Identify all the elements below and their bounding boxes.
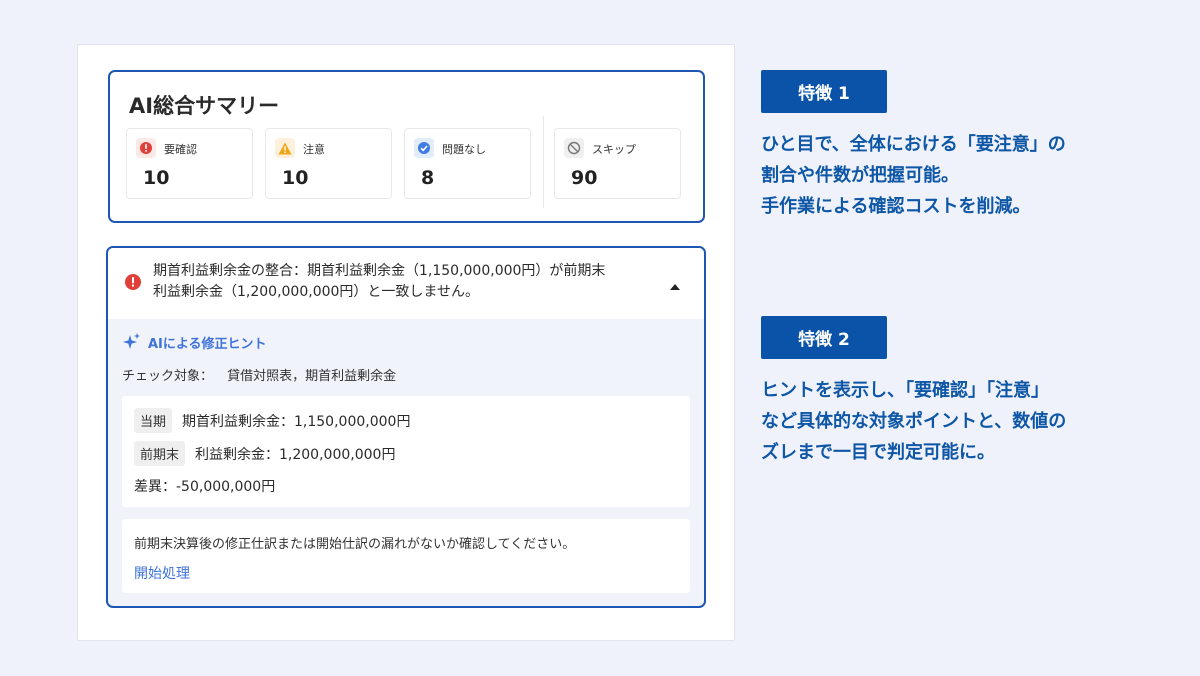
error-icon [124,273,142,295]
stat-no-issues[interactable]: 問題なし 8 [404,128,531,199]
stat-skipped[interactable]: スキップ 90 [554,128,681,199]
feature-1-text: ひと目で、全体における「要注意」の 割合や件数が把握可能。 手作業による確認コス… [761,134,1066,217]
current-period-row: 当期 期首利益剰余金：1,150,000,000円 [134,408,410,433]
feature-2-badge: 特徴 2 [761,316,887,359]
feature-1-badge: 特徴 1 [761,70,887,113]
collapse-caret-icon[interactable] [670,284,680,290]
ai-hint-title: AIによる修正ヒント [122,332,267,352]
ai-summary-card: AI総合サマリー 要確認 10 注意 10 問題なし 8 スキップ 90 [108,70,705,223]
issue-detail-card: 期首利益剰余金の整合：期首利益剰余金（1,150,000,000円）が前期末 利… [106,246,706,608]
value-comparison-box: 当期 期首利益剰余金：1,150,000,000円 前期末 利益剰余金：1,20… [122,396,690,507]
stat-value: 8 [421,167,435,189]
error-icon [136,138,156,158]
hint-note: 前期末決算後の修正仕訳または開始仕訳の漏れがないか確認してください。 [134,537,576,552]
stat-label: 注意 [303,143,325,156]
check-icon [414,138,434,158]
feature-2-text: ヒントを表示し、「要確認」「注意」 など具体的な対象ポイントと、数値の ズレまで… [761,380,1067,463]
stat-label: 要確認 [164,143,197,156]
stat-value: 90 [571,167,598,189]
prior-period-row: 前期末 利益剰余金：1,200,000,000円 [134,441,395,466]
summary-panel: AI総合サマリー 要確認 10 注意 10 問題なし 8 スキップ 90 期首利… [77,44,735,641]
skip-icon [564,138,584,158]
issue-message: 期首利益剰余金の整合：期首利益剰余金（1,150,000,000円）が前期末 利… [153,263,606,300]
summary-title: AI総合サマリー [129,94,280,118]
hint-note-box: 前期末決算後の修正仕訳または開始仕訳の漏れがないか確認してください。 開始処理 [122,519,690,593]
stat-label: 問題なし [442,143,486,156]
stat-label: スキップ [592,143,636,156]
issue-header[interactable]: 期首利益剰余金の整合：期首利益剰余金（1,150,000,000円）が前期末 利… [108,248,704,319]
prior-period-chip: 前期末 [134,441,186,466]
stat-value: 10 [143,167,170,189]
warning-icon [275,138,295,158]
stat-caution[interactable]: 注意 10 [265,128,392,199]
stat-needs-review[interactable]: 要確認 10 [126,128,253,199]
current-period-chip: 当期 [134,408,173,433]
sparkle-icon [123,333,140,349]
difference-row: 差異：-50,000,000円 [134,479,276,495]
check-target: チェック対象： 貸借対照表，期首利益剰余金 [122,369,397,384]
stat-value: 10 [282,167,309,189]
divider [543,116,544,208]
opening-process-link[interactable]: 開始処理 [134,563,190,583]
